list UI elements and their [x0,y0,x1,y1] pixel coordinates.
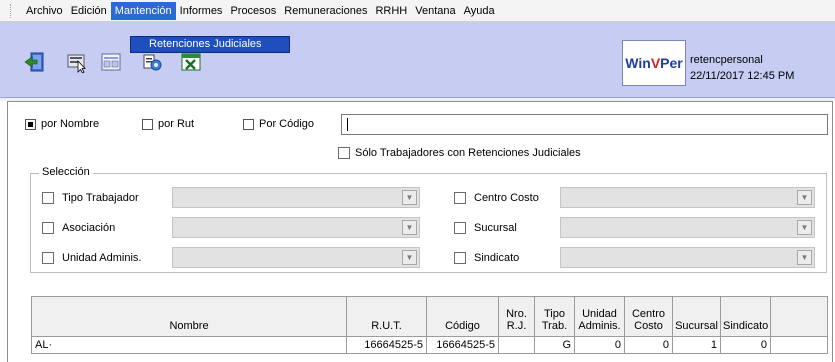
chevron-down-icon[interactable]: ▼ [797,190,812,205]
menu-procesos[interactable]: Procesos [226,2,280,20]
radio-codigo-label: Por Código [259,118,315,130]
option-tipo-trabajador[interactable]: Tipo Trabajador [42,192,139,204]
table-row[interactable]: AL· 16664525-5 16664525-5 G 0 0 1 0 [31,336,828,354]
menu-ventana[interactable]: Ventana [411,2,459,20]
tipo-trabajador-checkbox[interactable] [42,192,54,204]
search-panel: por Nombre por Rut Por Código Sólo Traba… [7,101,833,362]
col-rut[interactable]: R.U.T. [346,296,427,337]
sucursal-label: Sucursal [474,222,517,234]
radio-nombre-indicator[interactable] [25,118,36,130]
cell-sindicato[interactable]: 0 [720,336,771,354]
tipo-trabajador-select[interactable]: ▼ [172,187,420,208]
unidad-adminis-label: Unidad Adminis. [62,252,142,264]
cell-sucursal[interactable]: 1 [672,336,721,354]
toolbar: Win V Per retencpersonal 22/11/2017 12:45 … [0,22,835,98]
col-nombre[interactable]: Nombre [31,296,347,337]
option-centro-costo[interactable]: Centro Costo [454,192,539,204]
asociacion-checkbox[interactable] [42,222,54,234]
option-asociacion[interactable]: Asociación [42,222,115,234]
chevron-down-icon[interactable]: ▼ [402,190,417,205]
radio-por-rut[interactable]: por Rut [142,116,194,132]
cell-rut[interactable]: 16664525-5 [346,336,427,354]
selection-legend: Selección [39,166,93,178]
menu-informes[interactable]: Informes [176,2,227,20]
cell-centro-costo[interactable]: 0 [624,336,673,354]
cell-unidad-adminis[interactable]: 0 [574,336,625,354]
excel-icon[interactable] [180,51,202,73]
chevron-down-icon[interactable]: ▼ [402,220,417,235]
asociacion-select[interactable]: ▼ [172,217,420,238]
unidad-adminis-select[interactable]: ▼ [172,247,420,268]
logo-win: Win [625,55,651,71]
menu-mantencion[interactable]: Mantención [110,1,176,20]
menu-bar: Archivo Edición Mantención Informes Proc… [0,0,835,22]
col-nro-rj[interactable]: Nro. R.J. [498,296,535,337]
sucursal-checkbox[interactable] [454,222,466,234]
col-centro-costo[interactable]: Centro Costo [624,296,673,337]
menu-edicion[interactable]: Edición [67,2,111,20]
winper-logo: Win V Per [622,40,686,86]
sucursal-select[interactable]: ▼ [560,217,815,238]
radio-rut-indicator[interactable] [142,118,153,130]
menu-remuneraciones[interactable]: Remuneraciones [280,2,371,20]
centro-costo-select[interactable]: ▼ [560,187,815,208]
sindicato-select[interactable]: ▼ [560,247,815,268]
sindicato-checkbox[interactable] [454,252,466,264]
cell-nro-rj[interactable] [498,336,535,354]
centro-costo-label: Centro Costo [474,192,539,204]
user-name: retencpersonal [690,54,763,66]
logo-per: Per [660,55,683,71]
tipo-trabajador-label: Tipo Trabajador [62,192,139,204]
menu-rrhh[interactable]: RRHH [371,2,411,20]
col-unidad-adminis[interactable]: Unidad Adminis. [574,296,625,337]
session-datetime: 22/11/2017 12:45 PM [690,70,795,82]
table-header-row: Nombre R.U.T. Código Nro. R.J. Tipo Trab… [31,296,828,337]
cell-extra [770,336,828,354]
user-info: retencpersonal 22/11/2017 12:45 PM [690,52,794,84]
logo-v: V [650,55,661,71]
cell-nombre[interactable]: AL· [31,336,347,354]
cell-codigo[interactable]: 16664525-5 [426,336,499,354]
radio-por-nombre[interactable]: por Nombre [25,116,99,132]
col-extra [770,296,828,337]
dropdown-item-retenciones-judiciales[interactable]: Retenciones Judiciales [130,36,290,53]
only-retenciones-option[interactable]: Sólo Trabajadores con Retenciones Judici… [338,147,581,159]
search-input[interactable] [341,114,828,135]
option-sindicato[interactable]: Sindicato [454,252,519,264]
radio-rut-label: por Rut [158,118,195,130]
chevron-down-icon[interactable]: ▼ [797,250,812,265]
tools-icon[interactable] [141,51,163,73]
results-table: Nombre R.U.T. Código Nro. R.J. Tipo Trab… [31,296,828,354]
radio-codigo-indicator[interactable] [243,118,254,130]
col-sindicato[interactable]: Sindicato [720,296,771,337]
sindicato-label: Sindicato [474,252,520,264]
centro-costo-checkbox[interactable] [454,192,466,204]
chevron-down-icon[interactable]: ▼ [402,250,417,265]
menu-ayuda[interactable]: Ayuda [460,2,499,20]
unidad-adminis-checkbox[interactable] [42,252,54,264]
asociacion-label: Asociación [62,222,116,234]
radio-nombre-label: por Nombre [41,118,100,130]
cell-tipo-trab[interactable]: G [534,336,575,354]
radio-por-codigo[interactable]: Por Código [243,116,314,132]
chevron-down-icon[interactable]: ▼ [797,220,812,235]
report-icon[interactable] [100,51,122,73]
option-unidad-adminis[interactable]: Unidad Adminis. [42,252,142,264]
only-retenciones-checkbox[interactable] [338,147,350,159]
col-tipo-trab[interactable]: Tipo Trab. [534,296,575,337]
option-sucursal[interactable]: Sucursal [454,222,517,234]
col-codigo[interactable]: Código [426,296,499,337]
col-sucursal[interactable]: Sucursal [672,296,721,337]
selection-group: Selección Tipo Trabajador ▼ Asociación ▼… [30,166,827,273]
menu-archivo[interactable]: Archivo [22,2,67,20]
select-icon[interactable] [66,51,88,73]
menu-grip[interactable] [0,0,22,22]
only-retenciones-label: Sólo Trabajadores con Retenciones Judici… [355,147,581,159]
exit-icon[interactable] [24,51,46,73]
